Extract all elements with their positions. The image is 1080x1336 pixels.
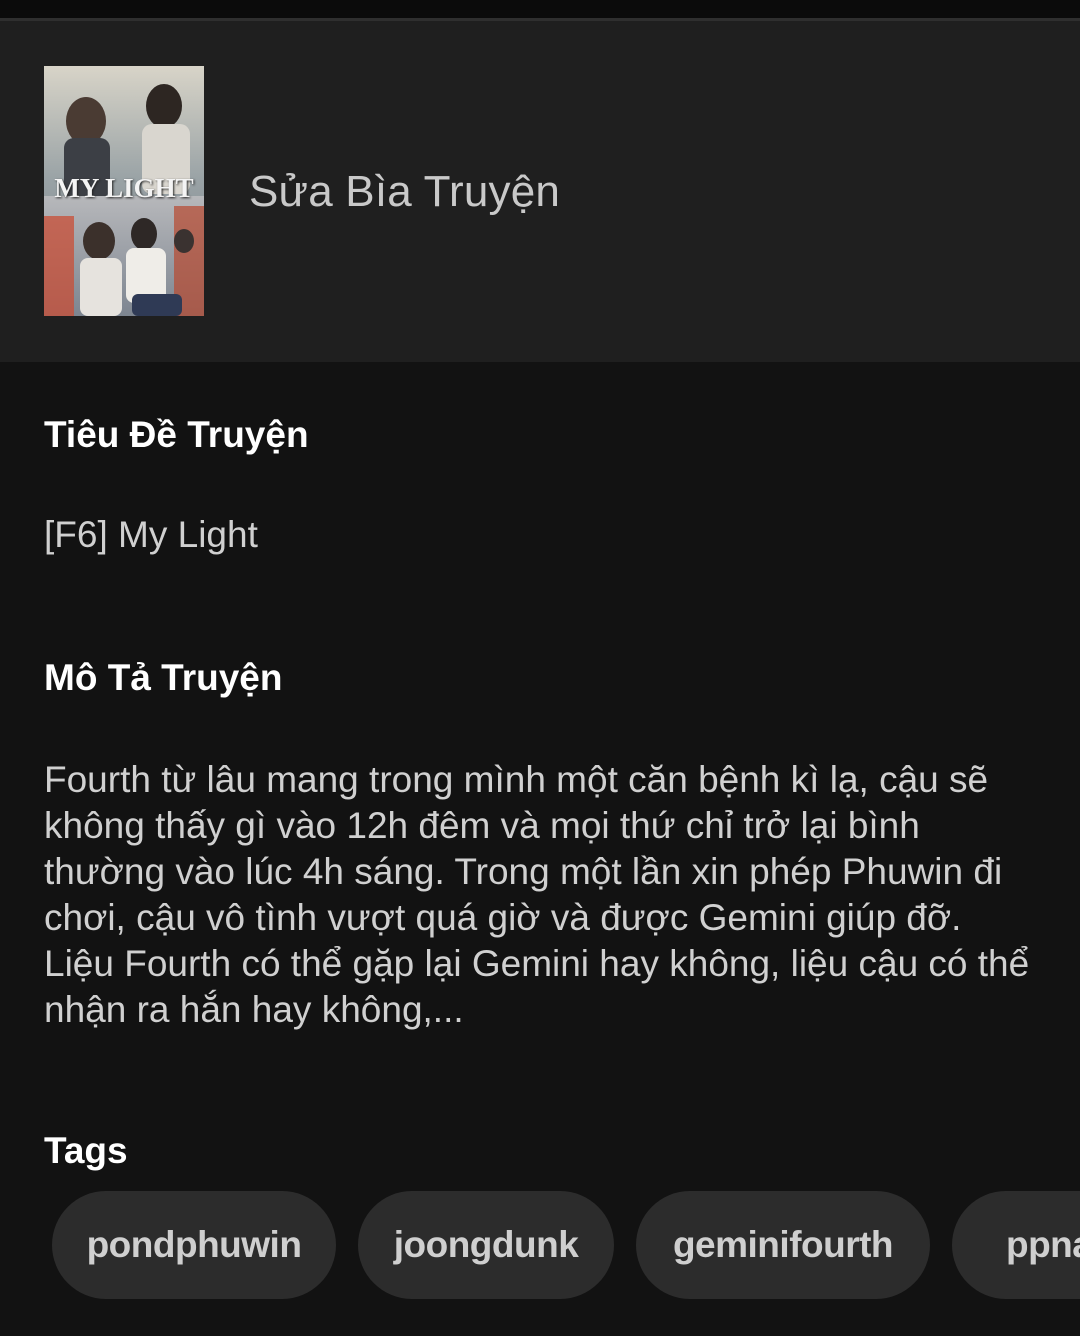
story-title-label: Tiêu Đề Truyện xyxy=(44,414,309,455)
cover-thumbnail[interactable]: MY LIGHT xyxy=(44,66,204,316)
cover-section: MY LIGHT Sửa Bìa Truyện xyxy=(0,21,1080,362)
story-description-label: Mô Tả Truyện xyxy=(44,657,283,698)
tag-chip-geminifourth[interactable]: geminifourth xyxy=(636,1191,930,1299)
story-description-field[interactable]: Fourth từ lâu mang trong mình một căn bệ… xyxy=(44,757,1034,1033)
tags-label: Tags xyxy=(44,1130,128,1171)
tag-chip-ppnaravit[interactable]: ppnaravit xyxy=(952,1191,1080,1299)
edit-cover-link[interactable]: Sửa Bìa Truyện xyxy=(249,167,560,217)
story-title-field[interactable]: [F6] My Light xyxy=(44,514,258,556)
status-bar-strip xyxy=(0,0,1080,18)
tag-chip-pondphuwin[interactable]: pondphuwin xyxy=(52,1191,336,1299)
tags-list[interactable]: pondphuwin joongdunk geminifourth ppnara… xyxy=(52,1191,1080,1299)
tag-chip-joongdunk[interactable]: joongdunk xyxy=(358,1191,614,1299)
cover-thumbnail-title: MY LIGHT xyxy=(54,173,194,203)
